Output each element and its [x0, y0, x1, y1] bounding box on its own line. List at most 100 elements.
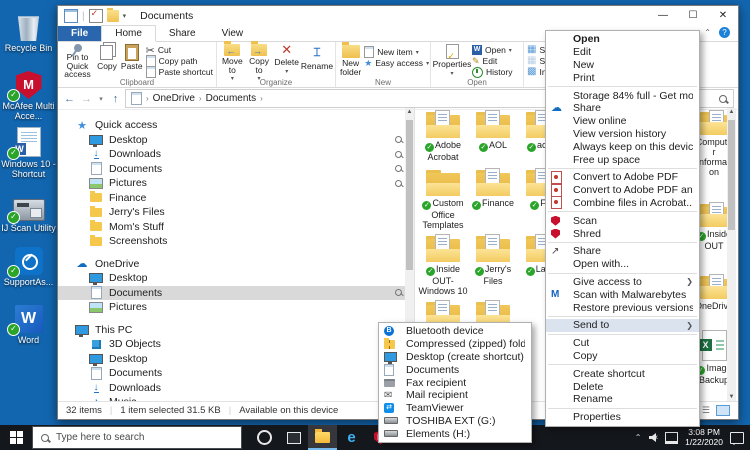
nav-this-pc[interactable]: This PC — [58, 323, 414, 338]
nav-pc-desktop[interactable]: Desktop — [58, 352, 414, 367]
edit-button[interactable]: ✎Edit — [472, 56, 512, 66]
sendto-mail[interactable]: ✉Mail recipient — [379, 389, 531, 402]
tab-home[interactable]: Home — [101, 25, 156, 42]
menu-item-view-version-history[interactable]: View version history — [546, 128, 699, 141]
menu-item-convert-pdf[interactable]: Convert to Adobe PDF — [546, 171, 699, 184]
menu-item-view-online[interactable]: View online — [546, 115, 699, 128]
volume-muted-button[interactable]: × — [649, 433, 659, 442]
menu-item-copy[interactable]: Copy — [546, 350, 699, 363]
copy-button[interactable]: Copy — [96, 43, 118, 77]
minimize-button[interactable]: — — [648, 6, 678, 26]
rename-button[interactable]: ⌶ Rename — [302, 43, 332, 77]
menu-item-give-access[interactable]: Give access to❯ — [546, 276, 699, 289]
file-item[interactable]: ✓Custom Office Templates — [418, 170, 468, 230]
properties-icon[interactable] — [64, 9, 78, 23]
task-view-button[interactable] — [279, 425, 308, 450]
menu-item-send-to[interactable]: Send to❯ — [546, 319, 699, 332]
easy-access-button[interactable]: ★Easy access▾ — [364, 58, 429, 68]
file-item[interactable]: ✓AOL — [468, 112, 518, 152]
sendto-bluetooth[interactable]: BBluetooth device — [379, 325, 531, 338]
properties-button[interactable]: Properties▾ — [434, 43, 470, 77]
tab-share[interactable]: Share — [156, 26, 209, 41]
file-list-scrollbar[interactable]: ▲ ▼ — [727, 108, 736, 401]
up-icon[interactable]: ↑ — [108, 93, 123, 105]
menu-item-rename[interactable]: Rename — [546, 393, 699, 406]
menu-item-combine-acrobat[interactable]: Combine files in Acrobat... — [546, 197, 699, 210]
menu-item-new[interactable]: New — [546, 59, 699, 72]
menu-item-convert-pdf-email[interactable]: Convert to Adobe PDF and EMail — [546, 184, 699, 197]
nav-qa-finance[interactable]: Finance — [58, 191, 414, 206]
copy-path-button[interactable]: Copy path — [146, 56, 213, 66]
scrollbar-thumb[interactable] — [728, 120, 735, 230]
pin-to-quick-access-button[interactable]: Pin to Quick access — [61, 43, 94, 77]
menu-item-share-onedrive[interactable]: ☁Share — [546, 102, 699, 115]
title-bar[interactable]: | ▾ Documents — ☐ ✕ — [58, 6, 738, 26]
menu-item-always-keep[interactable]: Always keep on this device — [546, 140, 699, 153]
nav-od-documents-selected[interactable]: Documents — [58, 286, 414, 301]
menu-item-share[interactable]: ↗Share — [546, 245, 699, 258]
delete-button[interactable]: ✕ Delete▾ — [273, 43, 300, 77]
nav-qa-downloads[interactable]: ↓Downloads — [58, 147, 414, 162]
maximize-button[interactable]: ☐ — [678, 6, 708, 26]
nav-od-desktop[interactable]: Desktop — [58, 271, 414, 286]
desktop-icon-supportassist[interactable]: ✓ SupportAs... — [1, 242, 56, 287]
sendto-teamviewer[interactable]: ⇄TeamViewer — [379, 402, 531, 415]
desktop-icon-recycle-bin[interactable]: Recycle Bin — [1, 8, 56, 53]
collapse-ribbon-icon[interactable]: ⌃ — [704, 28, 711, 37]
menu-item-edit[interactable]: Edit — [546, 46, 699, 59]
tab-file[interactable]: File — [58, 26, 101, 41]
desktop-icon-windows10-shortcut[interactable]: ✓ Windows 10 - Shortcut — [1, 124, 56, 179]
file-item[interactable]: ✓Inside OUT-Windows 10 — [418, 236, 468, 296]
forward-icon[interactable]: → — [79, 93, 94, 105]
nav-qa-pictures[interactable]: Pictures — [58, 176, 414, 191]
cortana-button[interactable] — [250, 425, 279, 450]
taskbar-edge[interactable]: e — [337, 425, 366, 450]
file-item[interactable]: ✓Finance — [468, 170, 518, 210]
nav-quick-access[interactable]: ★ Quick access — [58, 118, 414, 133]
nav-qa-documents[interactable]: Documents — [58, 162, 414, 177]
menu-item-print[interactable]: Print — [546, 71, 699, 84]
menu-item-restore-versions[interactable]: Restore previous versions — [546, 301, 699, 314]
nav-qa-screenshots[interactable]: Screenshots — [58, 234, 414, 249]
move-to-button[interactable]: ← Move to▾ — [220, 43, 245, 77]
cut-button[interactable]: ✂Cut — [146, 45, 213, 55]
scroll-up-icon[interactable]: ▲ — [727, 109, 736, 115]
open-button[interactable]: WOpen▾ — [472, 45, 512, 55]
breadcrumb-onedrive[interactable]: OneDrive — [153, 93, 195, 104]
recent-locations-chevron-icon[interactable]: ▾ — [96, 95, 106, 103]
desktop-icon-ij-scan-utility[interactable]: ✓ IJ Scan Utility — [1, 188, 56, 233]
action-center-icon[interactable] — [730, 432, 744, 444]
file-item[interactable]: ✓Jerry's Files — [468, 236, 518, 286]
new-folder-check-icon[interactable] — [89, 9, 103, 23]
nav-od-pictures[interactable]: Pictures — [58, 300, 414, 315]
scrollbar-thumb[interactable] — [406, 120, 413, 270]
menu-item-cut[interactable]: Cut — [546, 337, 699, 350]
new-item-button[interactable]: New item▾ — [364, 47, 429, 57]
scroll-up-icon[interactable]: ▲ — [405, 109, 414, 115]
history-button[interactable]: History — [472, 67, 512, 77]
nav-qa-moms-stuff[interactable]: Mom's Stuff — [58, 220, 414, 235]
menu-item-scan-malwarebytes[interactable]: MScan with Malwarebytes — [546, 288, 699, 301]
taskbar-file-explorer[interactable] — [308, 425, 337, 450]
menu-item-storage[interactable]: Storage 84% full - Get more — [546, 89, 699, 102]
start-button[interactable] — [0, 425, 32, 450]
menu-item-open-with[interactable]: Open with... — [546, 258, 699, 271]
menu-item-open[interactable]: Open — [546, 33, 699, 46]
menu-item-properties[interactable]: Properties — [546, 411, 699, 424]
tab-view[interactable]: View — [209, 26, 257, 41]
network-icon[interactable] — [665, 432, 678, 444]
nav-onedrive[interactable]: ☁ OneDrive — [58, 257, 414, 272]
file-item[interactable]: ✓Adobe Acrobat — [418, 112, 468, 162]
sendto-desktop[interactable]: Desktop (create shortcut) — [379, 351, 531, 364]
sendto-fax[interactable]: Fax recipient — [379, 376, 531, 389]
copy-to-button[interactable]: → Copy to▾ — [247, 43, 272, 77]
large-icons-view-button[interactable] — [716, 405, 730, 416]
sendto-elements[interactable]: Elements (H:) — [379, 427, 531, 440]
menu-item-create-shortcut[interactable]: Create shortcut — [546, 367, 699, 380]
sendto-documents[interactable]: Documents — [379, 363, 531, 376]
sendto-zip[interactable]: Compressed (zipped) folder — [379, 338, 531, 351]
nav-qa-desktop[interactable]: Desktop — [58, 133, 414, 148]
paste-button[interactable]: Paste — [120, 43, 144, 77]
details-view-button[interactable]: ☰ — [702, 405, 710, 416]
scroll-down-icon[interactable]: ▼ — [727, 394, 736, 400]
